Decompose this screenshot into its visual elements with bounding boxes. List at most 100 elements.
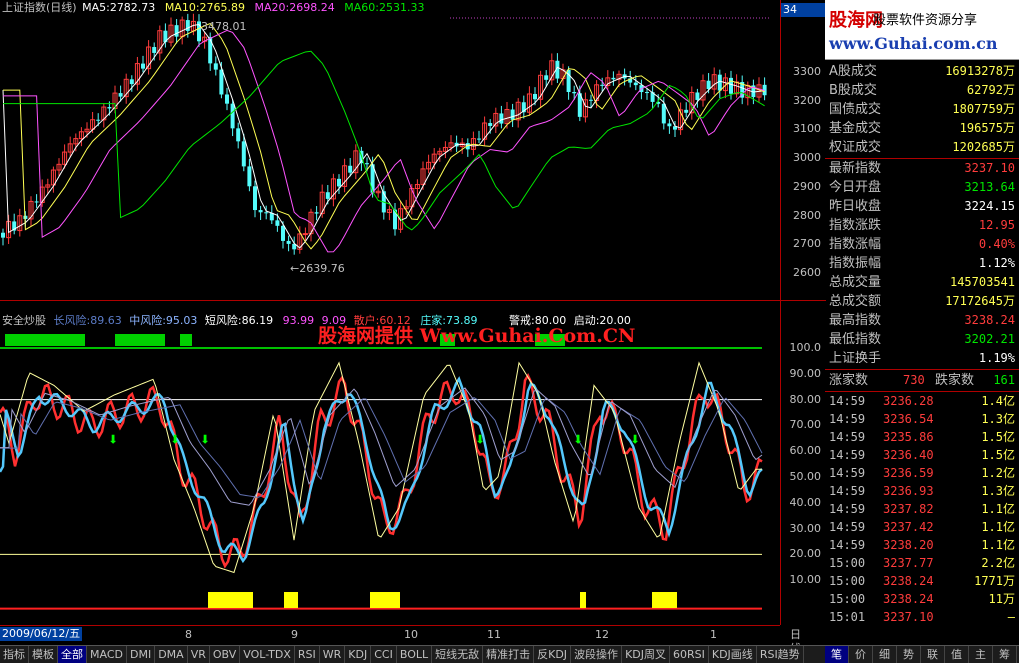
chart-title: 上证指数(日线) <box>2 1 77 14</box>
candle <box>330 173 336 207</box>
indicator-axis-label: 80.00 <box>789 392 822 406</box>
candle <box>286 235 291 252</box>
candle <box>314 206 319 221</box>
candle <box>510 103 515 128</box>
indicator-tab[interactable]: 60RSI <box>670 646 709 663</box>
candle <box>12 213 17 235</box>
indicator-tab[interactable]: RSI <box>295 646 320 663</box>
buy-arrow-icon: ⬇ <box>200 432 210 446</box>
candle <box>292 236 297 255</box>
tick-time: 15:00 <box>829 592 866 606</box>
short-risk-label: 短风险:86.19 <box>204 314 274 327</box>
price-axis-label: 2700 <box>793 237 821 251</box>
indicator-tab[interactable]: KDJ周叉 <box>622 646 670 663</box>
row-label: 最低指数 <box>829 332 882 347</box>
panel-tab[interactable]: 细 <box>873 646 897 663</box>
row-label: 指数涨跌 <box>829 218 882 233</box>
candle <box>174 19 179 44</box>
indicator-tab[interactable]: DMI <box>127 646 156 663</box>
tick-price: 3236.40 <box>883 448 934 462</box>
candle <box>582 92 588 123</box>
indicator-tab[interactable]: 反KDJ <box>534 646 572 663</box>
indicator-tab[interactable]: 模板 <box>29 646 58 663</box>
ma20-label: MA20:2698.24 <box>254 1 335 14</box>
hidden-value-1: 93.99 <box>282 314 315 327</box>
price-axis: 34 3300 3200 3100 3000 2900 2800 2700 2600 100.… <box>780 0 826 625</box>
indicator-tab[interactable]: RSI趋势 <box>757 646 804 663</box>
indicator-tab[interactable]: VOL-TDX <box>240 646 295 663</box>
indicator-tab[interactable]: MACD <box>87 646 127 663</box>
panel-tab[interactable]: 价 <box>849 646 873 663</box>
row-label: 总成交量 <box>829 275 882 290</box>
indicator-tab[interactable]: 全部 <box>58 646 87 663</box>
candle <box>740 75 745 105</box>
tick-time: 14:59 <box>829 430 866 444</box>
indicator-tab-bar: 指标 模板 全部 MACD DMI DMA VR OBV VOL-TDX RSI WR KDJ CCI B… <box>0 645 825 663</box>
axis-divider <box>781 300 826 301</box>
candle <box>236 122 241 149</box>
decliners-count: 161 <box>993 373 1015 387</box>
panel-tab[interactable]: 笔 <box>825 646 849 663</box>
tick-time: 14:59 <box>829 394 866 408</box>
indicator-tab[interactable]: BOLL <box>397 646 433 663</box>
row-label: 最高指数 <box>829 313 882 328</box>
panel-divider <box>825 369 1019 370</box>
row-label: 今日开盘 <box>829 180 882 195</box>
candle <box>281 221 285 249</box>
tick-price: 3235.86 <box>883 430 934 444</box>
indicator-tab[interactable]: DMA <box>155 646 188 663</box>
indicator-axis-label: 30.00 <box>789 521 822 535</box>
row-value: 17172645万 <box>945 294 1015 308</box>
candle <box>258 205 263 220</box>
indicator-tab[interactable]: 短线无敌 <box>432 646 484 663</box>
tick-row: 14:59 3236.28 1.4亿 <box>825 392 1019 410</box>
tick-time: 15:00 <box>829 556 866 570</box>
row-label: 指数涨幅 <box>829 237 882 252</box>
row-label: 昨日收盘 <box>829 199 882 214</box>
indicator-tab[interactable]: WR <box>320 646 346 663</box>
indicator-tab[interactable]: 指标 <box>0 646 29 663</box>
index-info-row: 昨日收盘 3224.15 <box>825 197 1019 216</box>
panel-tab[interactable]: 值 <box>945 646 969 663</box>
indicator-tab[interactable]: KDJ <box>345 646 372 663</box>
panel-tab[interactable]: 筹 <box>993 646 1017 663</box>
candle <box>459 138 465 154</box>
indicator-tab[interactable]: OBV <box>210 646 241 663</box>
turnover-row: 基金成交 196575万 <box>825 119 1019 138</box>
candle <box>684 102 689 118</box>
indicator-tab[interactable]: CCI <box>371 646 397 663</box>
indicator-axis-label: 60.00 <box>789 444 822 458</box>
candle <box>141 55 145 73</box>
tick-price: 3236.93 <box>883 484 934 498</box>
long-risk-label: 长风险:89.63 <box>53 314 122 327</box>
row-value: 145703541 <box>949 275 1015 289</box>
main-kline-chart[interactable]: 上证指数(日线) MA5:2782.73 MA10:2765.89 MA20:2… <box>0 0 780 300</box>
index-info-row: 上证换手 1.19% <box>825 349 1019 368</box>
candle <box>465 138 470 157</box>
indicator-chart[interactable]: ⬇ ⬇ ⬇ ⬇ ⬇ ⬇ 安全炒股 长风险:89.63 中风险:95.03 短风险:86.1… <box>0 312 780 624</box>
candle <box>28 196 34 227</box>
price-axis-label: 3300 <box>793 65 821 78</box>
candle <box>470 131 476 156</box>
candle <box>386 205 392 221</box>
candle <box>695 88 700 108</box>
indicator-axis-label: 10.00 <box>789 573 822 587</box>
month-tick: 9 <box>291 628 298 641</box>
price-axis-label: 3200 <box>793 93 821 107</box>
candle <box>253 180 257 218</box>
row-value: 62792万 <box>966 83 1015 97</box>
tick-time: 14:59 <box>829 538 866 552</box>
row-value: 3202.21 <box>964 332 1015 346</box>
row-value: 3224.15 <box>964 199 1015 213</box>
index-info-row: 指数涨幅 0.40% <box>825 235 1019 254</box>
indicator-tab[interactable]: 精准打击 <box>483 646 535 663</box>
indicator-tab[interactable]: KDJ画线 <box>709 646 757 663</box>
panel-tab[interactable]: 势 <box>897 646 921 663</box>
panel-tab[interactable]: 主 <box>969 646 993 663</box>
indicator-axis-label: 50.00 <box>789 470 822 483</box>
panel-tab[interactable]: 联 <box>921 646 945 663</box>
watermark-text: 股海网提供 Www.Guhai.Com.CN <box>318 325 636 347</box>
indicator-tab[interactable]: 波段操作 <box>571 646 623 663</box>
indicator-tab[interactable]: VR <box>188 646 210 663</box>
quote-panel: 股海网 股票软件资源分享 www.Guhai.com.cn A股成交 169132… <box>825 0 1019 645</box>
